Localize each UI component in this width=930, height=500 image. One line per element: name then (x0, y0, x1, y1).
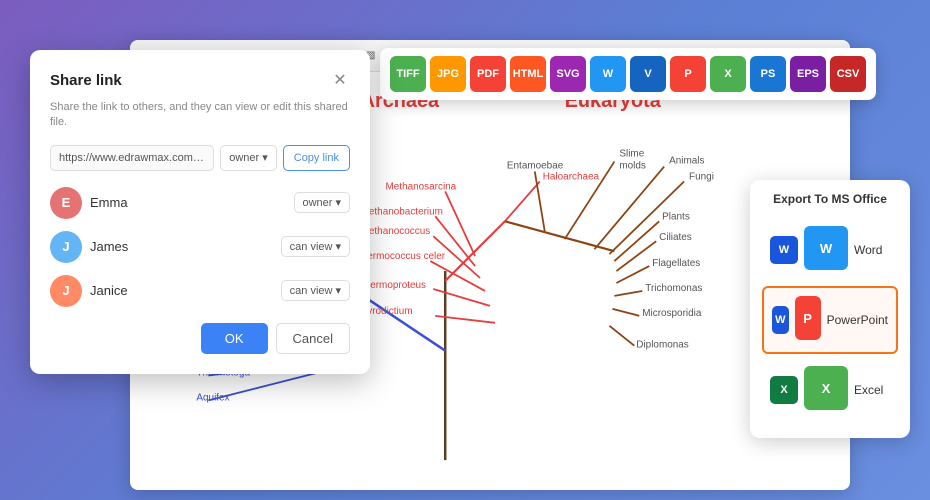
format-word[interactable]: W (590, 56, 626, 92)
dialog-title: Share link (50, 72, 122, 89)
export-item-excel[interactable]: X X Excel (762, 358, 898, 422)
svg-text:Plants: Plants (662, 211, 690, 222)
svg-text:Methanococcus: Methanococcus (361, 226, 431, 237)
word-icon-small: W (770, 236, 798, 264)
user-name-janice: Janice (90, 283, 273, 298)
format-pdf[interactable]: PDF (470, 56, 506, 92)
export-item-word[interactable]: W W Word (762, 218, 898, 282)
role-badge-emma[interactable]: owner ▾ (294, 192, 351, 213)
svg-text:molds: molds (619, 161, 646, 172)
close-button[interactable]: ✕ (330, 70, 350, 90)
svg-text:Methanosarcina: Methanosarcina (386, 181, 457, 192)
ppt-icon-large: P (795, 296, 821, 340)
dialog-footer: OK Cancel (50, 323, 350, 354)
export-item-powerpoint[interactable]: W P PowerPoint (762, 286, 898, 354)
cancel-button[interactable]: Cancel (276, 323, 350, 354)
format-visio[interactable]: V (630, 56, 666, 92)
word-label: Word (854, 243, 882, 257)
user-row-janice: J Janice can view ▾ (50, 275, 350, 307)
avatar-james: J (50, 231, 82, 263)
ppt-icon-small: W (772, 306, 789, 334)
role-chevron-janice: ▾ (335, 284, 341, 297)
format-eps[interactable]: EPS (790, 56, 826, 92)
user-row-james: J James can view ▾ (50, 231, 350, 263)
svg-text:Animals: Animals (669, 156, 704, 167)
excel-icon-large: X (804, 366, 848, 410)
export-title: Export To MS Office (762, 192, 898, 206)
word-icon-large: W (804, 226, 848, 270)
export-panel: Export To MS Office W W Word W P PowerPo… (750, 180, 910, 438)
owner-chevron: ▾ (262, 151, 268, 164)
format-svg[interactable]: SVG (550, 56, 586, 92)
svg-text:Fungi: Fungi (689, 171, 714, 182)
dialog-description: Share the link to others, and they can v… (50, 100, 350, 131)
role-chevron-emma: ▾ (335, 196, 341, 209)
svg-text:Diplomonas: Diplomonas (636, 340, 689, 351)
svg-text:Entamoebae: Entamoebae (507, 161, 564, 172)
avatar-emma: E (50, 187, 82, 219)
user-name-james: James (90, 239, 273, 254)
ppt-label: PowerPoint (827, 313, 888, 327)
svg-text:Flagellates: Flagellates (652, 258, 700, 269)
avatar-janice: J (50, 275, 82, 307)
role-badge-janice[interactable]: can view ▾ (281, 280, 350, 301)
excel-icon-small: X (770, 376, 798, 404)
format-ps[interactable]: PS (750, 56, 786, 92)
svg-text:Methanobacterium: Methanobacterium (361, 206, 443, 217)
role-chevron-james: ▾ (335, 240, 341, 253)
svg-text:Slime: Slime (619, 149, 644, 160)
link-input[interactable]: https://www.edrawmax.com/online/fil (50, 145, 214, 171)
user-row-emma: E Emma owner ▾ (50, 187, 350, 219)
dialog-header: Share link ✕ (50, 70, 350, 90)
svg-text:Trichomonas: Trichomonas (645, 283, 702, 294)
copy-link-button[interactable]: Copy link (283, 145, 350, 171)
ok-button[interactable]: OK (201, 323, 268, 354)
user-name-emma: Emma (90, 195, 286, 210)
owner-label: owner (229, 152, 259, 164)
format-html[interactable]: HTML (510, 56, 546, 92)
share-dialog: Share link ✕ Share the link to others, a… (30, 50, 370, 374)
format-tiff[interactable]: TIFF (390, 56, 426, 92)
format-csv[interactable]: CSV (830, 56, 866, 92)
role-badge-james[interactable]: can view ▾ (281, 236, 350, 257)
svg-text:Haloarchaea: Haloarchaea (543, 171, 600, 182)
format-bar: TIFF JPG PDF HTML SVG W V P X PS EPS CSV (380, 48, 876, 100)
role-label-emma: owner (303, 197, 333, 209)
format-ppt[interactable]: P (670, 56, 706, 92)
excel-label: Excel (854, 383, 883, 397)
role-label-janice: can view (290, 285, 333, 297)
svg-text:Microsporidia: Microsporidia (642, 308, 702, 319)
svg-text:Ciliates: Ciliates (659, 232, 692, 243)
owner-badge[interactable]: owner ▾ (220, 145, 277, 171)
role-label-james: can view (290, 241, 333, 253)
format-excel[interactable]: X (710, 56, 746, 92)
link-row: https://www.edrawmax.com/online/fil owne… (50, 145, 350, 171)
svg-text:Aquifex: Aquifex (196, 392, 229, 403)
format-jpg[interactable]: JPG (430, 56, 466, 92)
